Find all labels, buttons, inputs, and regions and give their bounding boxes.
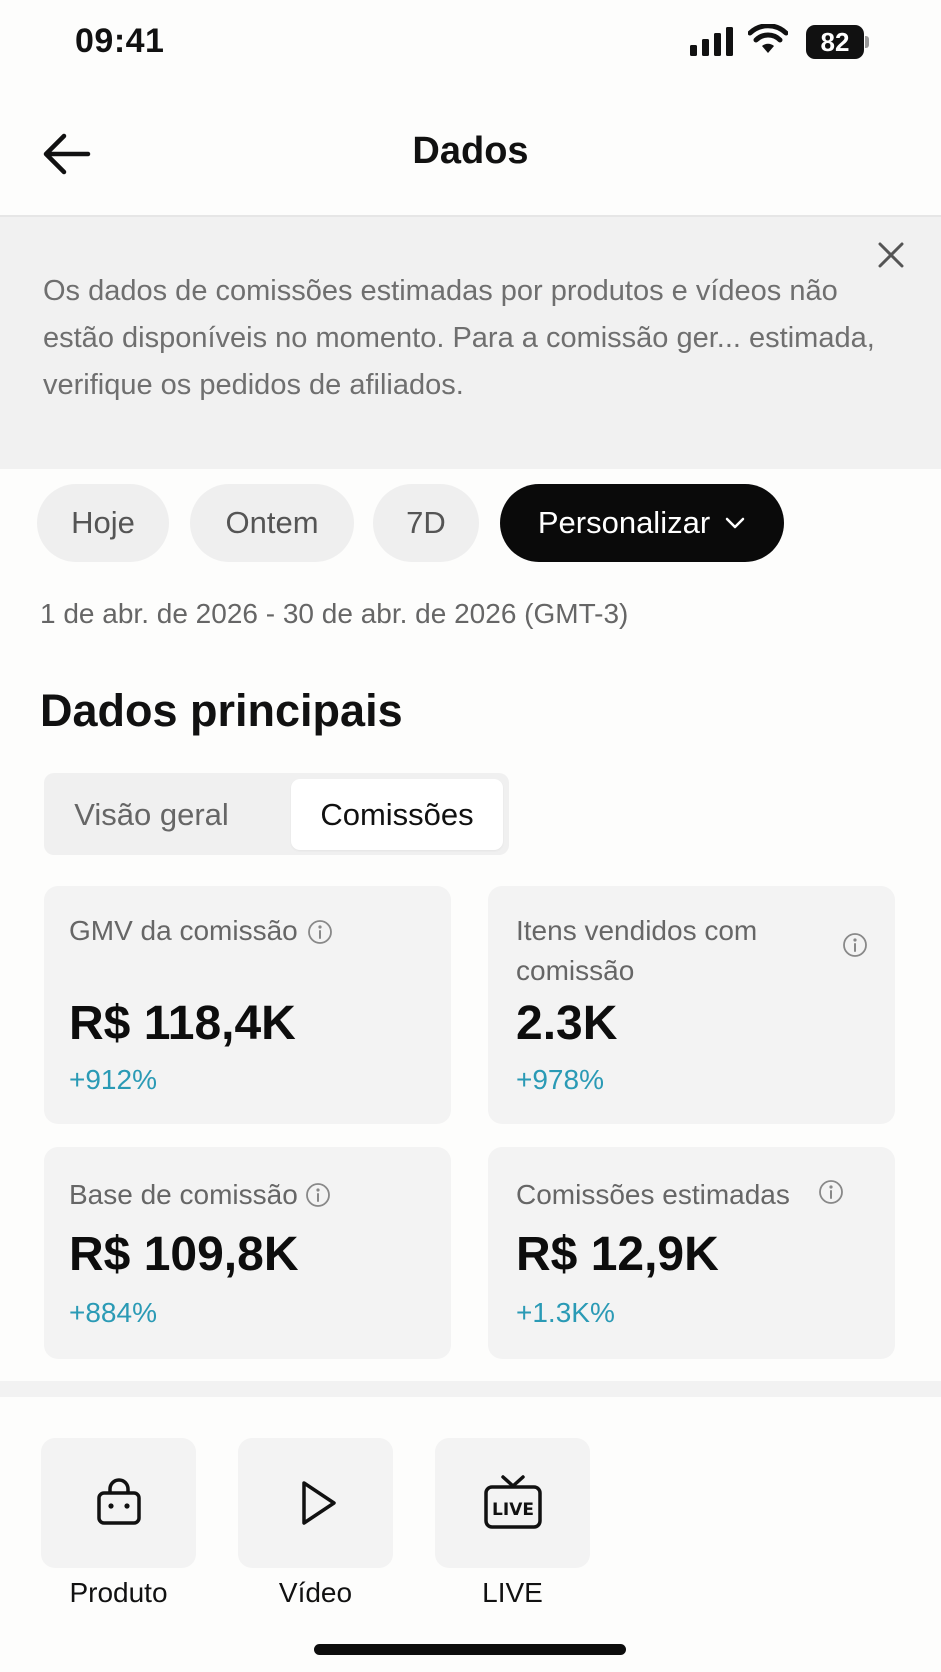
metric-label: Base de comissão xyxy=(69,1179,298,1210)
metric-delta: +978% xyxy=(516,1064,604,1095)
metric-card-items-sold: Itens vendidos com comissão 2.3K +978% xyxy=(488,886,895,1124)
tab-commissions[interactable]: Comissões xyxy=(291,779,503,850)
info-icon[interactable] xyxy=(842,932,868,958)
battery-cap xyxy=(865,36,869,48)
metric-label: GMV da comissão xyxy=(69,915,298,946)
home-indicator xyxy=(314,1644,626,1655)
live-tv-icon: LIVE xyxy=(483,1475,542,1529)
period-chip-7d[interactable]: 7D xyxy=(373,484,479,562)
period-chip-custom[interactable]: Personalizar xyxy=(500,484,784,562)
tab-overview[interactable]: Visão geral xyxy=(44,779,259,850)
period-chip-today[interactable]: Hoje xyxy=(37,484,169,562)
info-icon[interactable] xyxy=(307,919,333,945)
metric-delta: +884% xyxy=(69,1297,157,1328)
live-tile-label: LIVE xyxy=(482,1577,543,1608)
page-title: Dados xyxy=(412,130,529,172)
section-divider xyxy=(0,1381,941,1397)
metric-delta: +1.3K% xyxy=(516,1297,615,1328)
metric-delta: +912% xyxy=(69,1064,157,1095)
battery-level: 82 xyxy=(806,25,864,59)
product-tile[interactable] xyxy=(41,1438,196,1568)
metric-label: Comissões estimadas xyxy=(516,1179,790,1210)
info-icon[interactable] xyxy=(305,1182,331,1208)
section-title: Dados principais xyxy=(40,685,403,736)
date-range: 1 de abr. de 2026 - 30 de abr. de 2026 (… xyxy=(40,598,629,629)
svg-text:LIVE: LIVE xyxy=(492,1500,534,1520)
period-chip-custom-label: Personalizar xyxy=(537,505,711,540)
period-chip-yesterday[interactable]: Ontem xyxy=(190,484,354,562)
live-tile[interactable]: LIVE xyxy=(435,1438,590,1568)
notice-text: Os dados de comissões estimadas por prod… xyxy=(43,275,875,401)
shopping-bag-icon xyxy=(96,1478,141,1525)
chevron-down-icon xyxy=(725,517,745,529)
status-time: 09:41 xyxy=(75,22,165,60)
metric-value: R$ 12,9K xyxy=(516,1228,719,1281)
metric-card-estimated-commissions: Comissões estimadas R$ 12,9K +1.3K% xyxy=(488,1147,895,1359)
battery-indicator: 82 xyxy=(806,25,870,59)
video-tile[interactable] xyxy=(238,1438,393,1568)
play-icon xyxy=(301,1481,336,1525)
info-icon[interactable] xyxy=(818,1179,844,1205)
metric-value: R$ 118,4K xyxy=(69,997,296,1050)
wifi-icon xyxy=(748,24,788,53)
product-tile-label: Produto xyxy=(69,1577,168,1608)
video-tile-label: Vídeo xyxy=(278,1577,353,1608)
metric-label: Itens vendidos com comissão xyxy=(516,915,758,986)
close-icon[interactable] xyxy=(874,238,908,272)
metric-value: R$ 109,8K xyxy=(69,1228,299,1281)
metric-value: 2.3K xyxy=(516,997,618,1050)
metric-card-gmv: GMV da comissão R$ 118,4K +912% xyxy=(44,886,451,1124)
cellular-signal-icon xyxy=(690,27,733,56)
metric-card-commission-base: Base de comissão R$ 109,8K +884% xyxy=(44,1147,451,1359)
